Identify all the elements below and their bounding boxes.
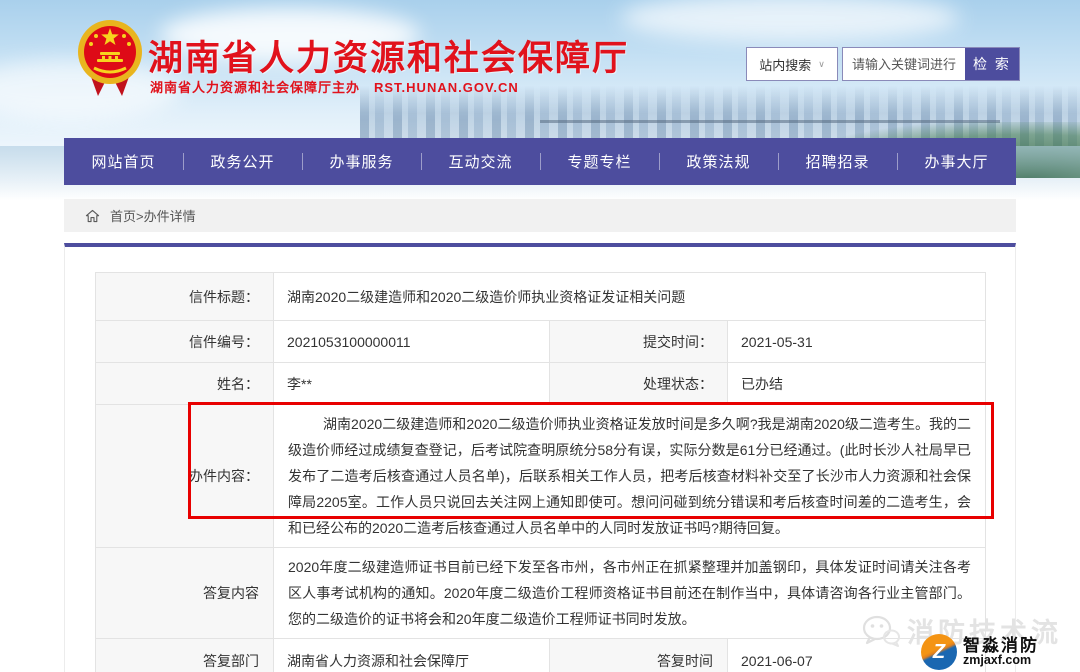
nav-item-services[interactable]: 办事服务 (302, 138, 421, 185)
request-content-text: 湖南2020二级建造师和2020二级造价师执业资格证发放时间是多久啊?我是湖南2… (274, 405, 985, 547)
reply-dept-label: 答复部门 (96, 639, 274, 672)
brand-text: 智淼消防 zmjaxf.com (963, 637, 1039, 668)
breadcrumb-path[interactable]: 首页>办件详情 (110, 206, 196, 225)
nav-item-home[interactable]: 网站首页 (64, 138, 183, 185)
wechat-icon (862, 615, 900, 647)
submit-time-label: 提交时间： (550, 321, 728, 363)
page: 湖南省人力资源和社会保障厅 湖南省人力资源和社会保障厅主办 RST.HUNAN.… (0, 0, 1080, 672)
search-input[interactable] (843, 48, 965, 80)
brand-site-url: zmjaxf.com (963, 654, 1039, 667)
letter-title-value: 湖南2020二级建造师和2020二级造价师执业资格证发证相关问题 (274, 273, 986, 321)
status-label: 处理状态： (550, 363, 728, 405)
site-title: 湖南省人力资源和社会保障厅 (148, 30, 629, 81)
nav-item-policies[interactable]: 政策法规 (659, 138, 778, 185)
brand-logo-icon: Z (921, 634, 957, 670)
breadcrumb: 首页>办件详情 (64, 199, 1016, 232)
name-value: 李** (274, 363, 550, 405)
letter-title-label: 信件标题： (96, 273, 274, 321)
main-navigation: 网站首页 政务公开 办事服务 互动交流 专题专栏 政策法规 招聘招录 办事大厅 (64, 138, 1016, 185)
letter-no-value: 2021053100000011 (274, 321, 550, 363)
request-content-cell: 湖南2020二级建造师和2020二级造价师执业资格证发放时间是多久啊?我是湖南2… (274, 405, 986, 548)
table-row: 信件标题： 湖南2020二级建造师和2020二级造价师执业资格证发证相关问题 (96, 273, 986, 321)
chevron-down-icon: ∨ (818, 59, 825, 70)
search-field-wrap: 检 索 (842, 47, 1020, 81)
table-row: 答复内容 2020年度二级建造师证书目前已经下发至各市州，各市州正在抓紧整理并加… (96, 548, 986, 639)
table-row: 办件内容： 湖南2020二级建造师和2020二级造价师执业资格证发放时间是多久啊… (96, 405, 986, 548)
table-row: 答复部门 湖南省人力资源和社会保障厅 答复时间 2021-06-07 (96, 639, 986, 672)
submit-time-value: 2021-05-31 (728, 321, 986, 363)
brand-watermark: Z 智淼消防 zmjaxf.com (921, 634, 1039, 670)
search-button[interactable]: 检 索 (965, 48, 1019, 80)
nav-item-interaction[interactable]: 互动交流 (421, 138, 540, 185)
reply-dept-value: 湖南省人力资源和社会保障厅 (274, 639, 550, 672)
reply-content-label: 答复内容 (96, 548, 274, 639)
detail-table: 信件标题： 湖南2020二级建造师和2020二级造价师执业资格证发证相关问题 信… (95, 272, 986, 672)
search-scope-select[interactable]: 站内搜索 ∨ (746, 47, 838, 81)
home-icon[interactable] (85, 209, 100, 223)
request-content-label: 办件内容： (96, 405, 274, 548)
name-label: 姓名： (96, 363, 274, 405)
table-row: 姓名： 李** 处理状态： 已办结 (96, 363, 986, 405)
reply-time-label: 答复时间 (550, 639, 728, 672)
search-scope-label: 站内搜索 (759, 55, 811, 74)
nav-item-special-topics[interactable]: 专题专栏 (540, 138, 659, 185)
site-subtitle: 湖南省人力资源和社会保障厅主办 RST.HUNAN.GOV.CN (150, 77, 519, 96)
nav-item-recruitment[interactable]: 招聘招录 (778, 138, 897, 185)
letter-no-label: 信件编号： (96, 321, 274, 363)
nav-item-service-hall[interactable]: 办事大厅 (897, 138, 1016, 185)
nav-item-gov-info[interactable]: 政务公开 (183, 138, 302, 185)
status-value: 已办结 (728, 363, 986, 405)
brand-name: 智淼消防 (963, 637, 1039, 655)
site-search: 站内搜索 ∨ 检 索 (746, 47, 1020, 81)
national-emblem-logo (76, 18, 144, 98)
table-row: 信件编号： 2021053100000011 提交时间： 2021-05-31 (96, 321, 986, 363)
